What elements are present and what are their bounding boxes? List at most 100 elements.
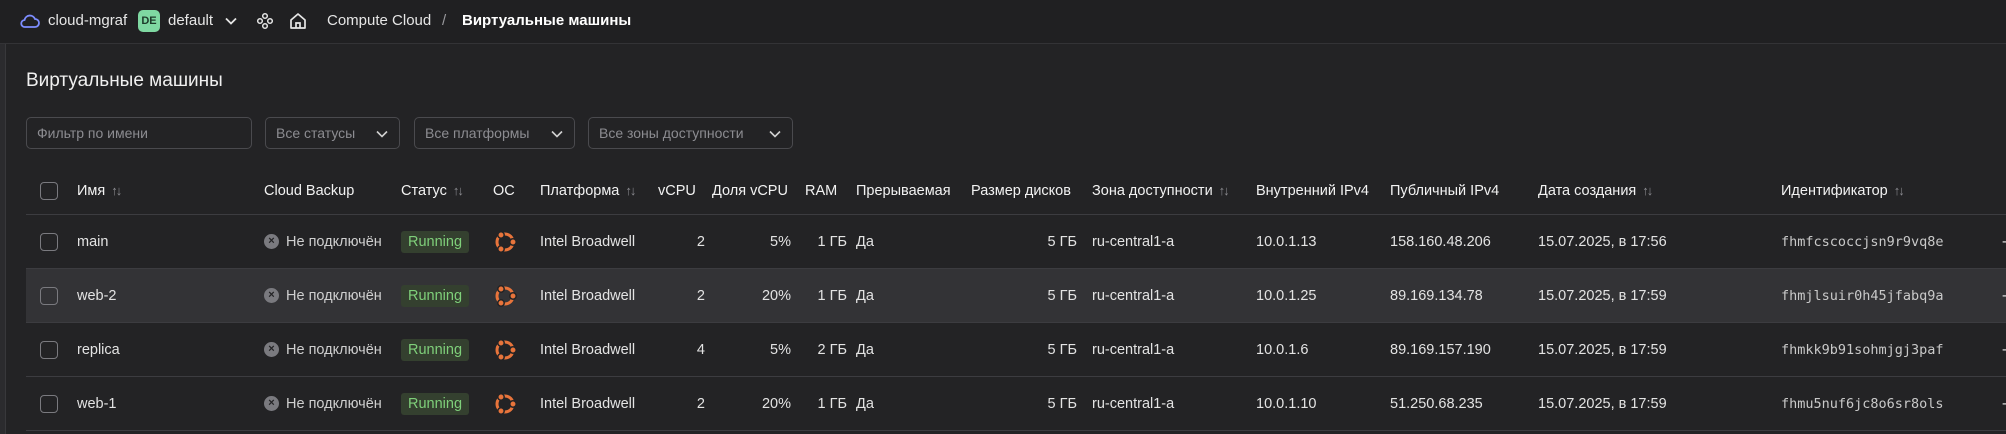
breadcrumb-service[interactable]: Compute Cloud	[327, 12, 431, 29]
column-name[interactable]: Имя ↑↓	[77, 167, 122, 214]
row-checkbox[interactable]	[40, 323, 58, 376]
vcpu-share: 5%	[770, 341, 791, 358]
breadcrumb-separator: /	[442, 12, 447, 29]
vm-id[interactable]: fhmu5nuf6jc8o6sr8ols	[1781, 377, 1944, 430]
platform: Intel Broadwell	[540, 287, 636, 304]
extra-column-value: -	[2002, 269, 2006, 322]
ubuntu-icon	[492, 269, 518, 322]
column-id[interactable]: Идентификатор ↑↓	[1781, 167, 1905, 214]
column-ram: RAM	[805, 182, 838, 199]
column-zone[interactable]: Зона доступности ↑↓	[1092, 167, 1230, 214]
ram: 2 ГБ	[817, 341, 847, 358]
table-row[interactable]: main × Не подключён Running Intel Broadwe…	[26, 215, 2006, 269]
sort-icon: ↑↓	[625, 183, 636, 198]
created-date: 15.07.2025, в 17:56	[1538, 233, 1667, 250]
vm-table: Имя ↑↓ Cloud Backup Статус ↑↓ ОС Платформа…	[26, 167, 2006, 431]
column-public-ip: Публичный IPv4	[1390, 182, 1500, 199]
internal-ip: 10.0.1.10	[1256, 395, 1317, 412]
disk-size: 5 ГБ	[1047, 395, 1077, 412]
vm-name[interactable]: replica	[77, 323, 120, 376]
zone-filter-select[interactable]: Все зоны доступности	[588, 117, 793, 149]
backup-status: × Не подключён	[264, 377, 382, 430]
zone: ru-central1-a	[1092, 395, 1175, 412]
status-badge-text: Running	[401, 338, 470, 361]
close-circle-icon: ×	[264, 234, 279, 249]
status-badge: Running	[401, 323, 470, 376]
folder-name[interactable]: default	[168, 12, 213, 29]
column-status[interactable]: Статус ↑↓	[401, 167, 464, 214]
backup-status-text: Не подключён	[286, 341, 382, 358]
sort-icon: ↑↓	[1893, 183, 1905, 198]
internal-ip: 10.0.1.25	[1256, 287, 1317, 304]
folder-badge: DE	[138, 10, 160, 32]
column-platform[interactable]: Платформа ↑↓	[540, 167, 636, 214]
table-row[interactable]: replica × Не подключён Running Intel Broa…	[26, 323, 2006, 377]
vm-name[interactable]: web-2	[77, 269, 117, 322]
backup-status: × Не подключён	[264, 323, 382, 376]
status-badge: Running	[401, 377, 470, 430]
created-date: 15.07.2025, в 17:59	[1538, 287, 1667, 304]
zone: ru-central1-a	[1092, 341, 1175, 358]
ram: 1 ГБ	[817, 287, 847, 304]
vcpu-share: 5%	[770, 233, 791, 250]
vcpu: 2	[696, 395, 705, 412]
public-ip: 51.250.68.235	[1390, 395, 1483, 412]
vm-name[interactable]: main	[77, 215, 108, 268]
vm-id[interactable]: fhmjlsuir0h45jfabq9a	[1781, 269, 1944, 322]
disk-size: 5 ГБ	[1047, 287, 1077, 304]
backup-status-text: Не подключён	[286, 395, 382, 412]
name-filter-input[interactable]: Фильтр по имени	[26, 117, 252, 149]
column-created[interactable]: Дата создания ↑↓	[1538, 167, 1653, 214]
ram: 1 ГБ	[817, 395, 847, 412]
table-header: Имя ↑↓ Cloud Backup Статус ↑↓ ОС Платформа…	[26, 167, 2006, 215]
select-all-checkbox[interactable]	[40, 167, 58, 214]
column-backup: Cloud Backup	[264, 182, 355, 199]
vcpu: 2	[696, 233, 705, 250]
internal-ip: 10.0.1.13	[1256, 233, 1317, 250]
column-os: ОС	[493, 182, 515, 199]
status-badge-text: Running	[401, 284, 470, 307]
sort-icon: ↑↓	[452, 183, 464, 198]
table-row[interactable]: web-2 × Не подключён Running Intel Broadw…	[26, 269, 2006, 323]
table-row[interactable]: web-1 × Не подключён Running Intel Broadw…	[26, 377, 2006, 431]
home-icon[interactable]	[288, 11, 308, 35]
backup-status-text: Не подключён	[286, 233, 382, 250]
backup-status-text: Не подключён	[286, 287, 382, 304]
column-vcpu: vCPU	[658, 182, 696, 199]
cloud-name[interactable]: cloud-mgraf	[48, 12, 127, 29]
row-checkbox[interactable]	[40, 377, 58, 430]
cloud-icon[interactable]	[20, 12, 40, 34]
breadcrumb-current-page: Виртуальные машины	[462, 12, 632, 29]
platform: Intel Broadwell	[540, 395, 636, 412]
status-filter-select[interactable]: Все статусы	[265, 117, 400, 149]
chevron-down-icon	[768, 127, 782, 144]
public-ip: 89.169.134.78	[1390, 287, 1483, 304]
platform-filter-select[interactable]: Все платформы	[414, 117, 575, 149]
vm-id[interactable]: fhmkk9b91sohmjgj3paf	[1781, 323, 1944, 376]
status-badge-text: Running	[401, 392, 470, 415]
internal-ip: 10.0.1.6	[1256, 341, 1309, 358]
public-ip: 89.169.157.190	[1390, 341, 1491, 358]
side-panel-edge	[0, 44, 6, 434]
column-disk-size: Размер дисков	[971, 182, 1071, 199]
chevron-down-icon[interactable]	[224, 14, 238, 32]
row-checkbox[interactable]	[40, 269, 58, 322]
zone: ru-central1-a	[1092, 233, 1175, 250]
page-title: Виртуальные машины	[26, 70, 223, 91]
extra-column-value: -	[2002, 215, 2006, 268]
chevron-down-icon	[550, 127, 564, 144]
zone-filter-value: Все зоны доступности	[599, 125, 744, 141]
column-vcpu-share: Доля vCPU	[712, 182, 788, 199]
chevron-down-icon	[375, 127, 389, 144]
created-date: 15.07.2025, в 17:59	[1538, 395, 1667, 412]
vm-name[interactable]: web-1	[77, 377, 117, 430]
sort-icon: ↑↓	[111, 183, 122, 198]
services-icon[interactable]	[256, 12, 274, 34]
vm-id[interactable]: fhmfcscoccjsn9r9vq8e	[1781, 215, 1944, 268]
row-checkbox[interactable]	[40, 215, 58, 268]
extra-column-value: -	[2002, 377, 2006, 430]
sort-icon: ↑↓	[1642, 183, 1653, 198]
public-ip: 158.160.48.206	[1390, 233, 1491, 250]
ubuntu-icon	[492, 215, 518, 268]
close-circle-icon: ×	[264, 396, 279, 411]
